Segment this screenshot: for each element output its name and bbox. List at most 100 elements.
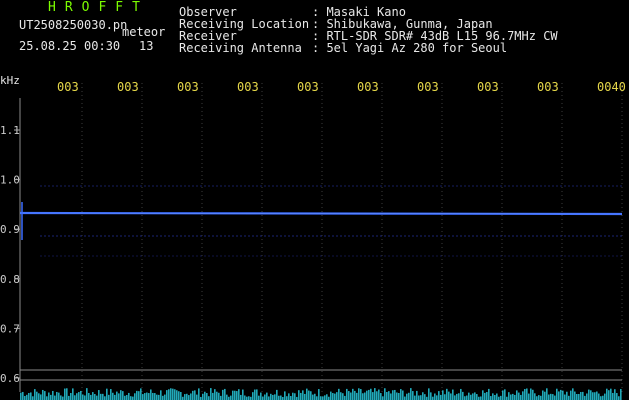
noise-bar — [620, 389, 622, 400]
noise-bar — [48, 392, 50, 400]
noise-bar — [144, 393, 146, 400]
noise-bar — [430, 392, 432, 400]
noise-bar — [20, 392, 22, 400]
noise-bar — [98, 390, 100, 400]
noise-bar — [142, 394, 144, 400]
noise-bar — [266, 392, 268, 400]
noise-bar — [150, 389, 152, 400]
noise-bar — [582, 391, 584, 400]
noise-bar — [548, 394, 550, 400]
noise-bar — [588, 389, 590, 400]
noise-bar — [176, 390, 178, 400]
noise-bar — [164, 394, 166, 400]
noise-bar — [398, 393, 400, 400]
noise-bar — [604, 393, 606, 400]
noise-bar — [344, 395, 346, 400]
noise-bar — [502, 390, 504, 400]
noise-bar — [486, 392, 488, 400]
noise-bar — [496, 393, 498, 400]
noise-bar — [522, 391, 524, 400]
noise-bar — [262, 396, 264, 400]
noise-bar — [350, 392, 352, 400]
noise-bar — [512, 393, 514, 400]
noise-bar — [524, 389, 526, 400]
noise-bar — [94, 394, 96, 400]
noise-bar — [70, 393, 72, 400]
noise-bar — [126, 394, 128, 400]
noise-bar — [414, 395, 416, 400]
noise-bar — [454, 395, 456, 400]
noise-bar — [340, 392, 342, 400]
noise-bar — [104, 396, 106, 400]
noise-bar — [412, 391, 414, 400]
noise-bar — [514, 394, 516, 400]
noise-bar — [276, 389, 278, 400]
noise-bar — [124, 395, 126, 400]
noise-bar — [72, 388, 74, 400]
noise-bar — [192, 390, 194, 400]
noise-bar — [168, 389, 170, 400]
noise-bar — [248, 396, 250, 400]
noise-bar — [214, 389, 216, 400]
noise-bar — [510, 394, 512, 400]
noise-bar — [494, 394, 496, 400]
noise-bar — [482, 390, 484, 400]
noise-bar — [320, 396, 322, 400]
noise-bar — [558, 391, 560, 400]
noise-bar — [224, 388, 226, 400]
noise-bar — [108, 394, 110, 400]
noise-bar — [128, 392, 130, 400]
noise-bar — [268, 396, 270, 400]
noise-bar — [580, 391, 582, 400]
noise-bar — [56, 391, 58, 400]
noise-bar — [368, 389, 370, 400]
noise-bar — [246, 396, 248, 400]
noise-bar — [66, 388, 68, 400]
noise-bar — [82, 394, 84, 400]
noise-bar — [188, 395, 190, 400]
noise-bar — [422, 392, 424, 400]
noise-bar — [254, 389, 256, 400]
noise-bar — [316, 396, 318, 400]
noise-bar — [138, 391, 140, 400]
noise-bar — [330, 391, 332, 400]
noise-bar — [190, 393, 192, 400]
noise-bar — [446, 388, 448, 400]
noise-bar — [174, 389, 176, 400]
time-tick-label: 003 — [237, 80, 259, 94]
noise-bar — [472, 393, 474, 400]
noise-bar — [260, 392, 262, 400]
noise-bar — [284, 391, 286, 400]
noise-bar — [434, 393, 436, 400]
noise-bar — [122, 391, 124, 400]
noise-bar — [64, 388, 66, 400]
noise-bar — [466, 395, 468, 400]
noise-bar — [212, 392, 214, 400]
noise-bar — [530, 388, 532, 400]
noise-bar — [408, 392, 410, 400]
noise-bar — [608, 390, 610, 400]
noise-bar — [444, 394, 446, 400]
noise-bar — [102, 393, 104, 400]
noise-bar — [402, 390, 404, 400]
noise-bar — [278, 395, 280, 400]
noise-bar — [420, 395, 422, 400]
noise-bar — [428, 388, 430, 400]
noise-bar — [384, 388, 386, 400]
noise-bar — [44, 391, 46, 400]
time-tick-label: 003 — [477, 80, 499, 94]
noise-bar — [256, 389, 258, 400]
noise-bar — [602, 395, 604, 400]
noise-bar — [90, 394, 92, 400]
noise-bar — [186, 393, 188, 400]
noise-bar — [394, 389, 396, 400]
noise-bar — [416, 390, 418, 400]
noise-bar — [206, 393, 208, 400]
noise-bar — [480, 396, 482, 400]
noise-bar — [270, 393, 272, 400]
noise-bar — [74, 395, 76, 400]
noise-bar — [106, 388, 108, 400]
noise-bar — [606, 388, 608, 400]
noise-bar — [370, 388, 372, 400]
time-tick-label: 003 — [117, 80, 139, 94]
